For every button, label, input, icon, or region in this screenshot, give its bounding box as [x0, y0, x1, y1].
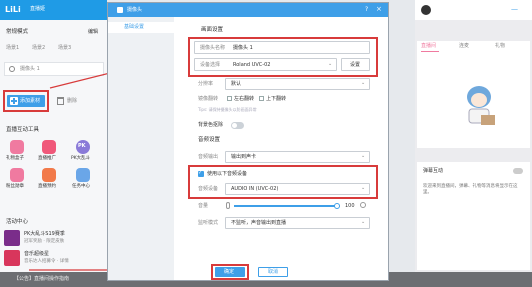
- chevron-down-icon: ⌄: [361, 153, 366, 159]
- volume-slider[interactable]: [234, 203, 340, 209]
- field-label: 设备选择: [200, 62, 221, 68]
- dialog-title: 摄像头: [127, 7, 143, 13]
- flip-h-checkbox[interactable]: [227, 96, 232, 101]
- field-label: 摄像头名称: [200, 45, 226, 51]
- resolution-label: 分辨率: [198, 81, 214, 87]
- field-value: 摄像头 1: [233, 45, 253, 51]
- audio-device-label: 音频设备: [198, 186, 219, 192]
- volume-fill: [234, 205, 337, 207]
- camera-icon: [117, 7, 123, 13]
- chevron-down-icon: ⌄: [328, 61, 333, 67]
- device-select[interactable]: 设备选择 Roland UVC-02 ⌄: [194, 58, 337, 71]
- microphone-icon: [226, 202, 230, 209]
- chevron-down-icon: ⌄: [361, 80, 366, 86]
- tab-basic-settings[interactable]: 基础设置: [108, 22, 174, 33]
- tip-text: Tips: 请保持摄像头以防画面异常: [198, 107, 257, 112]
- chevron-down-icon: ⌄: [361, 185, 366, 191]
- audio-output-select[interactable]: 输出到声卡 ⌄: [225, 151, 370, 163]
- beauty-toggle[interactable]: [231, 122, 244, 129]
- volume-knob[interactable]: [333, 203, 340, 209]
- audio-output-label: 音频输出: [198, 154, 219, 160]
- independent-audio-checkbox[interactable]: ✓: [198, 171, 204, 177]
- beauty-label: 背景色抠除: [198, 122, 224, 128]
- flip-v-label: 上下翻转: [266, 96, 287, 102]
- cancel-button[interactable]: 取消: [258, 267, 288, 277]
- independent-audio-label: 使用以下音频设备: [207, 171, 248, 177]
- dialog-sidebar: 基础设置: [108, 17, 174, 280]
- device-settings-button[interactable]: 设置: [341, 58, 370, 71]
- volume-value: 100: [345, 203, 355, 209]
- audio-section-title: 音频设置: [198, 137, 221, 143]
- volume-label: 音量: [198, 203, 209, 209]
- dialog-header: 摄像头 ? ×: [108, 3, 388, 17]
- flip-label: 镜像翻转: [198, 96, 219, 102]
- field-value: Roland UVC-02: [233, 62, 271, 68]
- resolution-select[interactable]: 默认 ⌄: [225, 78, 370, 90]
- video-section-title: 画面设置: [201, 27, 224, 33]
- help-icon[interactable]: ?: [365, 7, 368, 13]
- confirm-button[interactable]: 确定: [215, 267, 245, 277]
- camera-settings-dialog: 摄像头 ? × 基础设置 画面设置 摄像头名称 摄像头 1 设备选择 Rolan…: [107, 2, 389, 281]
- close-icon[interactable]: ×: [376, 6, 382, 13]
- monitor-mode-label: 监听模式: [198, 220, 219, 226]
- volume-reset-icon[interactable]: [360, 202, 366, 208]
- camera-name-field[interactable]: 摄像头名称 摄像头 1: [194, 41, 370, 54]
- flip-h-label: 左右翻转: [234, 96, 255, 102]
- flip-v-checkbox[interactable]: [259, 96, 264, 101]
- audio-device-select[interactable]: AUDIO IN (UVC-02) ⌄: [225, 183, 370, 195]
- chevron-down-icon: ⌄: [361, 219, 366, 225]
- monitor-mode-select[interactable]: 不监听，声音输出到直播 ⌄: [225, 217, 370, 229]
